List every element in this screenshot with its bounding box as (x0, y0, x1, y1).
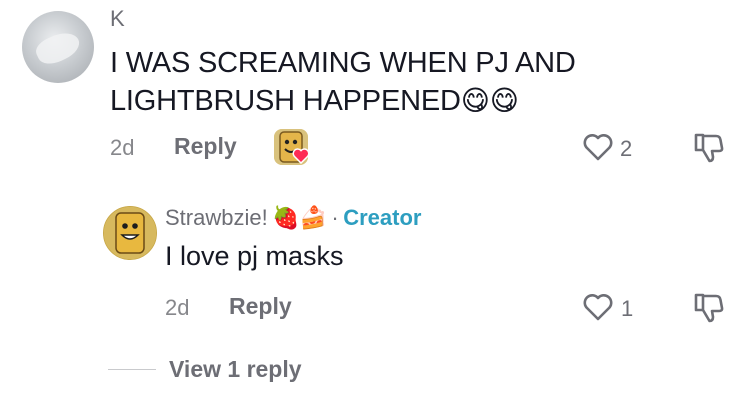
comment-like-count: 2 (620, 136, 633, 161)
reply-like-count: 1 (621, 296, 634, 321)
emoji-yum: 😋😋 (460, 85, 519, 116)
reply-avatar[interactable] (103, 206, 157, 260)
comment-text-line2: LIGHTBRUSH HAPPENED😋😋 (110, 85, 519, 117)
view-replies-divider (108, 369, 156, 370)
comment-text-line1: I WAS SCREAMING WHEN PJ AND (110, 47, 576, 79)
reply-reply-button[interactable]: Reply (229, 293, 292, 320)
reply-dislike-icon[interactable] (692, 290, 726, 324)
heart-outline-icon[interactable] (582, 132, 614, 162)
reply-author-row: Strawbzie! 🍓🍰 · Creator (165, 205, 421, 231)
reply-author[interactable]: Strawbzie! (165, 205, 268, 230)
avatar-k[interactable] (22, 11, 94, 83)
reply-heart-outline-icon[interactable] (582, 292, 614, 322)
creator-liked-badge (274, 129, 310, 165)
reply-button[interactable]: Reply (174, 133, 237, 160)
reply-text: I love pj masks (165, 241, 344, 271)
comment-author[interactable]: K (110, 6, 125, 32)
heart-badge-icon (292, 148, 310, 164)
strawberry-cake-emoji: 🍓🍰 (272, 205, 327, 230)
reply-age: 2d (165, 295, 190, 320)
view-replies-button[interactable]: View 1 reply (169, 356, 302, 383)
creator-badge: Creator (343, 205, 422, 230)
comment-age: 2d (110, 135, 135, 160)
dislike-icon[interactable] (692, 130, 726, 164)
separator-dot: · (331, 205, 339, 230)
